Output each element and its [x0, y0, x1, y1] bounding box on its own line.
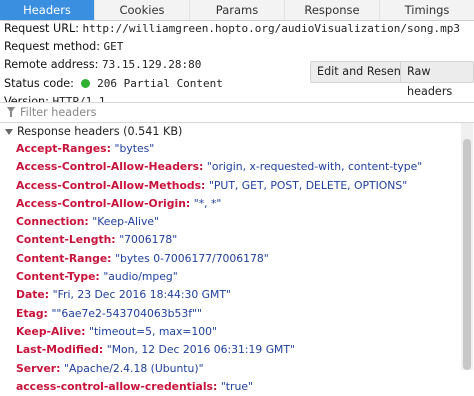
tab-timings[interactable]: Timings [380, 0, 474, 20]
header-name: Server: [16, 361, 61, 375]
header-row: Date: "Fri, 23 Dec 2016 18:44:30 GMT" [16, 286, 458, 304]
header-row: Content-Type: "audio/mpeg" [16, 268, 458, 286]
header-value: ""6ae7e2-543704063b53f"" [51, 306, 202, 320]
remote-address-label: Remote address: [4, 58, 99, 72]
header-name: Access-Control-Allow-Methods: [16, 178, 206, 192]
header-row: Content-Range: "bytes 0-7006177/7006178" [16, 250, 458, 268]
header-name: Access-Control-Allow-Origin: [16, 196, 191, 210]
scrollbar-thumb[interactable] [463, 139, 471, 370]
header-name: access-control-allow-credentials: [16, 379, 218, 393]
request-url-row: Request URL: http://williamgreen.hopto.o… [4, 20, 470, 38]
filter-headers-input[interactable] [20, 105, 460, 119]
tab-cookies[interactable]: Cookies [95, 0, 190, 20]
header-row: Connection: "Keep-Alive" [16, 213, 458, 231]
status-code-value: 206 Partial Content [97, 76, 223, 90]
header-name: Last-Modified: [16, 343, 104, 357]
request-method-label: Request method: [4, 40, 100, 54]
response-headers-title: Response headers (0.541 KB) [17, 125, 183, 138]
tab-params[interactable]: Params [190, 0, 285, 20]
header-value: "bytes 0-7006177/7006178" [115, 251, 269, 265]
tab-bar: Headers Cookies Params Response Timings [0, 0, 474, 21]
header-value: "Fri, 23 Dec 2016 18:44:30 GMT" [52, 288, 231, 302]
header-row: Content-Length: "7006178" [16, 231, 458, 249]
header-row: Access-Control-Allow-Methods: "PUT, GET,… [16, 177, 458, 195]
request-method-value: GET [103, 40, 124, 54]
header-name: Connection: [16, 215, 89, 229]
filter-icon [7, 107, 15, 117]
header-value: "*, *" [193, 196, 222, 210]
header-name: Keep-Alive: [16, 324, 86, 338]
header-row: Accept-Ranges: "bytes" [16, 140, 458, 158]
header-value: "audio/mpeg" [103, 270, 178, 284]
header-name: Date: [16, 288, 50, 302]
header-value: "PUT, GET, POST, DELETE, OPTIONS" [208, 178, 408, 192]
header-value: "Keep-Alive" [92, 215, 159, 229]
header-row: Last-Modified: "Mon, 12 Dec 2016 06:31:1… [16, 341, 458, 359]
header-name: Etag: [16, 306, 48, 320]
status-ok-icon [80, 78, 90, 88]
header-value: "7006178" [119, 233, 178, 247]
header-row: Etag: ""6ae7e2-543704063b53f"" [16, 305, 458, 323]
collapse-triangle-icon[interactable] [5, 129, 13, 135]
header-value: "timeout=5, max=100" [89, 324, 217, 338]
header-name: Accept-Ranges: [16, 142, 111, 155]
request-method-row: Request method: GET [4, 38, 470, 56]
header-name: Content-Type: [16, 270, 100, 284]
filter-bar [0, 102, 474, 123]
response-headers-list: Accept-Ranges: "bytes" Access-Control-Al… [16, 140, 458, 396]
vertical-scrollbar[interactable] [461, 123, 473, 370]
header-value: "Mon, 12 Dec 2016 06:31:19 GMT" [106, 343, 295, 357]
header-name: Content-Range: [16, 251, 112, 265]
header-value: "origin, x-requested-with, content-type" [206, 160, 423, 174]
tab-response[interactable]: Response [285, 0, 380, 20]
header-value: "bytes" [114, 142, 155, 155]
header-value: "Apache/2.4.18 (Ubuntu)" [64, 361, 204, 375]
header-row: Access-Control-Allow-Origin: "*, *" [16, 195, 458, 213]
request-url-label: Request URL: [4, 22, 79, 35]
header-row: Server: "Apache/2.4.18 (Ubuntu)" [16, 360, 458, 378]
raw-headers-button[interactable]: Raw headers [400, 61, 474, 98]
header-row: Keep-Alive: "timeout=5, max=100" [16, 323, 458, 341]
header-name: Content-Length: [16, 233, 116, 247]
tab-headers[interactable]: Headers [0, 0, 95, 20]
header-row: access-control-allow-credentials: "true" [16, 378, 458, 396]
request-url-value: http://williamgreen.hopto.org/audioVisua… [82, 22, 461, 35]
status-code-label: Status code: [4, 76, 74, 90]
response-headers-section[interactable]: Response headers (0.541 KB) [0, 123, 460, 140]
header-name: Access-Control-Allow-Headers: [16, 160, 204, 174]
header-value: "true" [220, 379, 253, 393]
header-row: Access-Control-Allow-Headers: "origin, x… [16, 158, 458, 176]
remote-address-value: 73.15.129.28:80 [102, 58, 202, 72]
